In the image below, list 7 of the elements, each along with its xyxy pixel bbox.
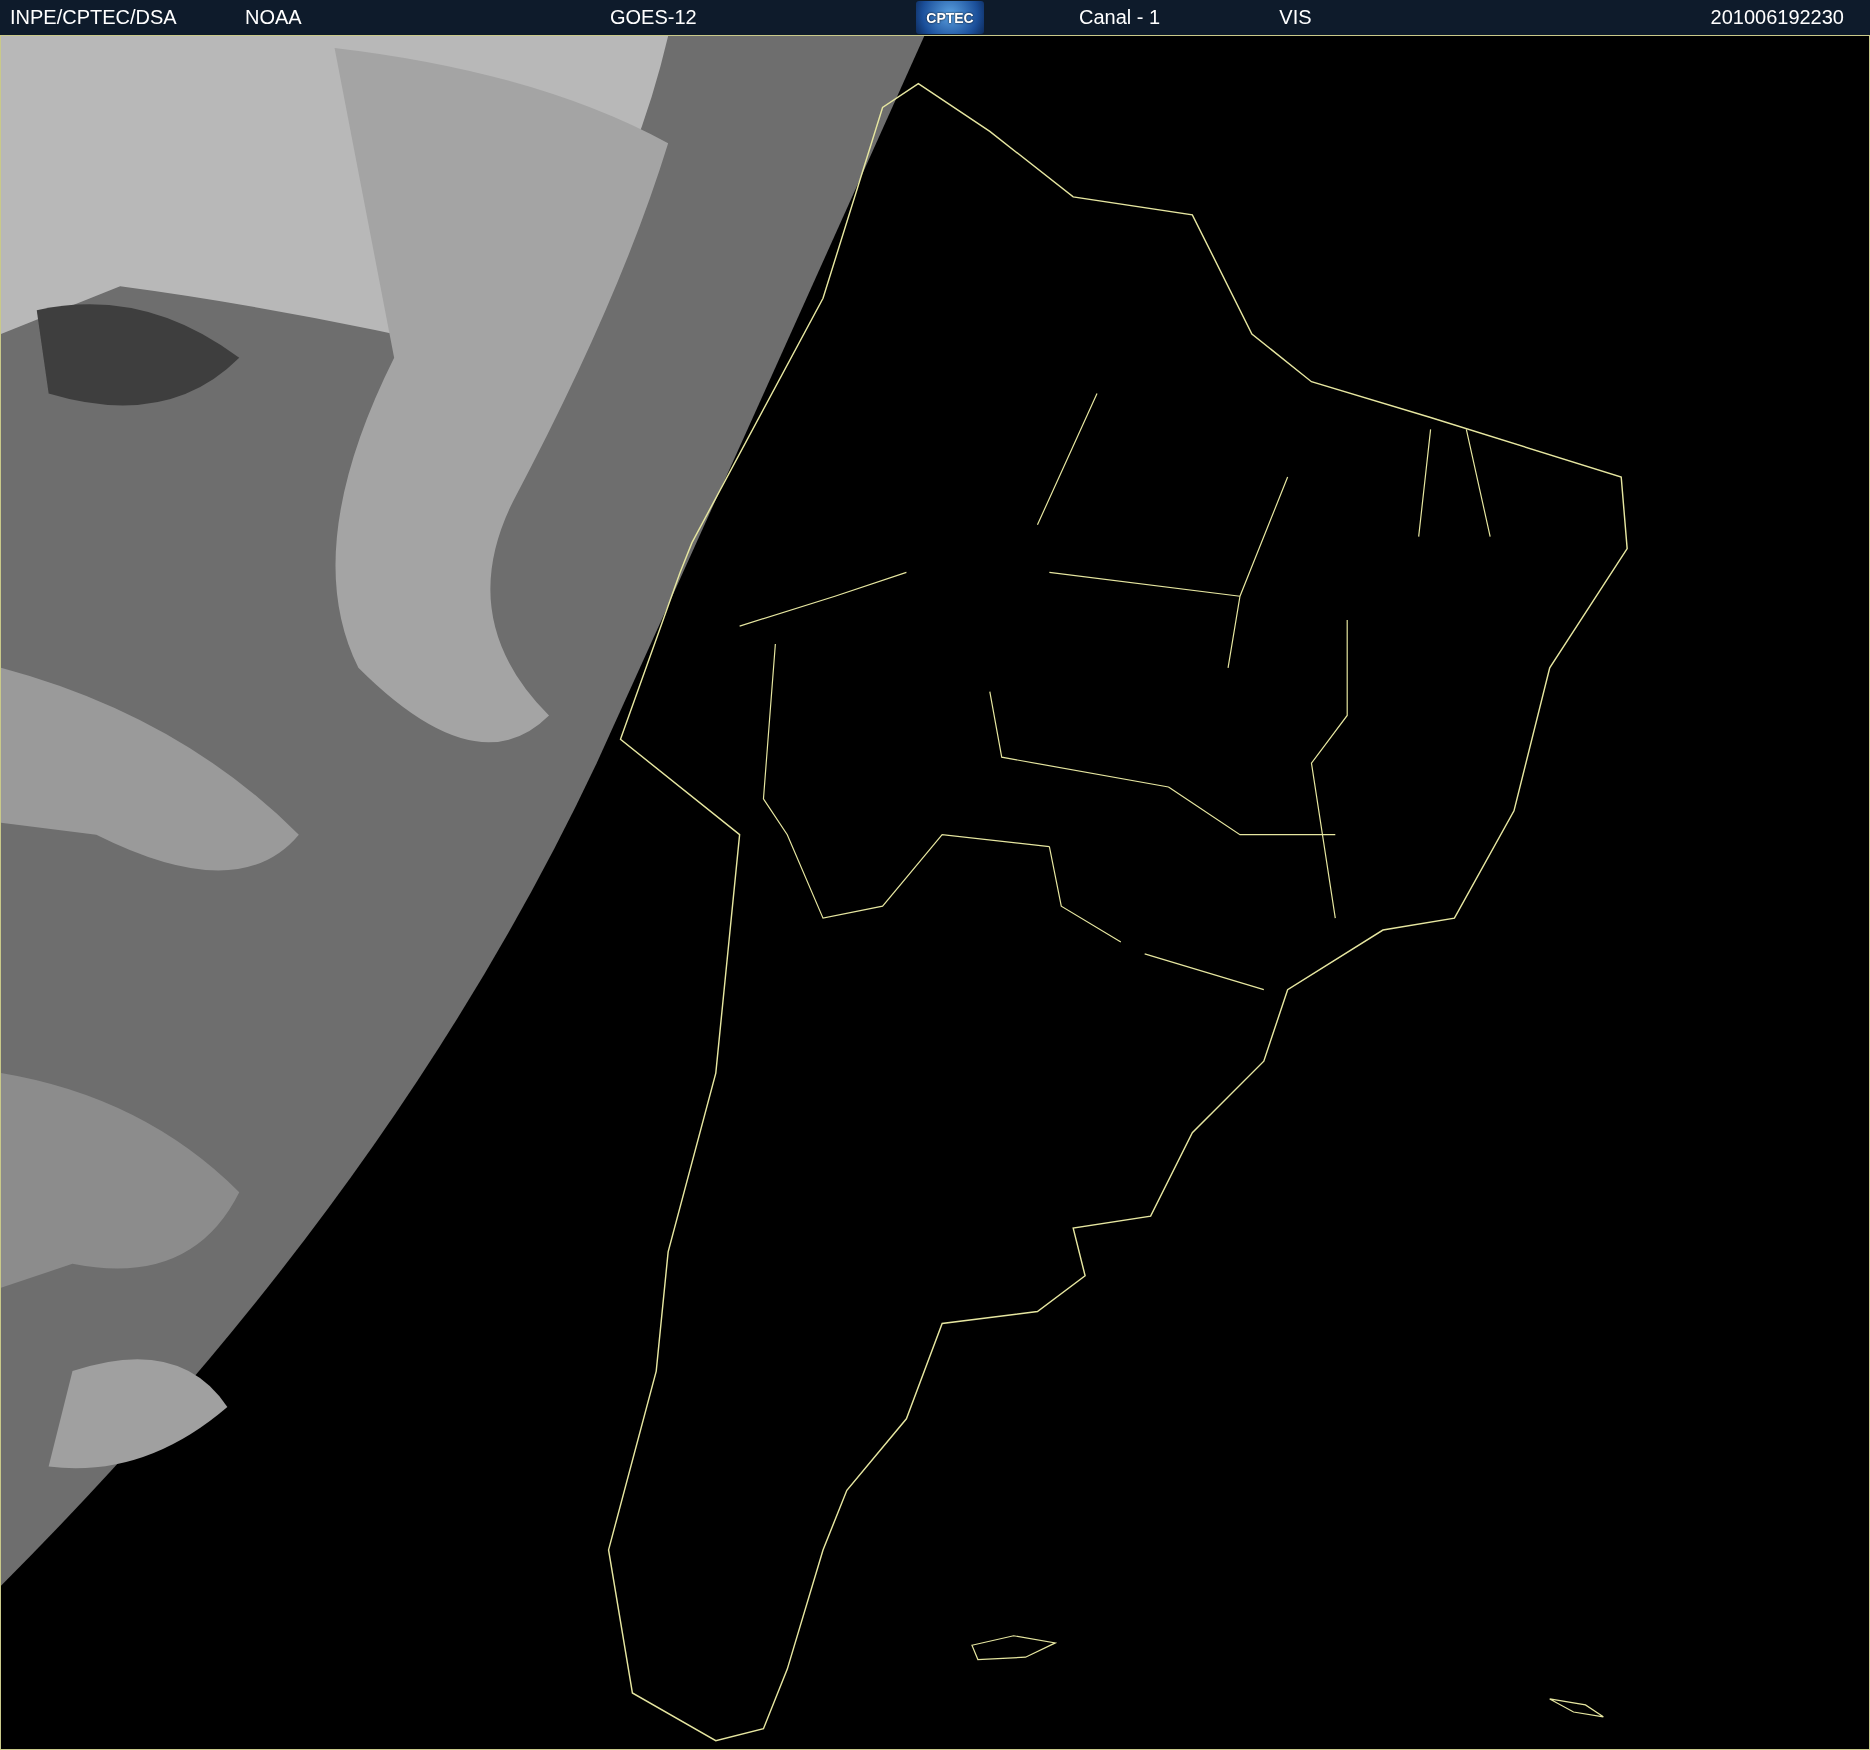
- header-label: INPE/CPTEC/DSA: [9, 6, 178, 29]
- header-label: 201006192230: [1710, 6, 1845, 29]
- logo: CPTEC: [916, 1, 984, 34]
- header-label: GOES-12: [609, 6, 698, 29]
- header-label: Canal - 1: [1078, 6, 1162, 29]
- header-label: VIS: [1279, 6, 1313, 29]
- header-label: NOAA: [245, 6, 303, 29]
